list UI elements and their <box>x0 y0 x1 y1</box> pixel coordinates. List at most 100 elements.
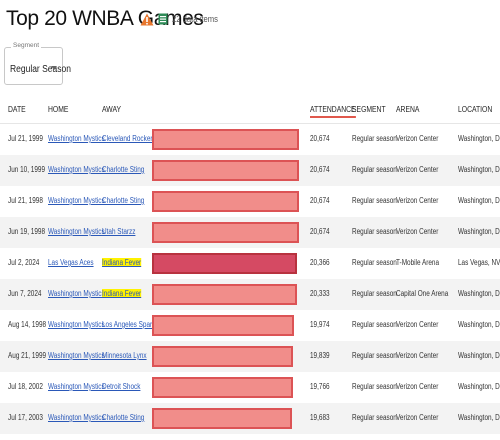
cell-segment: Regular season <box>352 165 397 174</box>
cell-date: Aug 14, 1998 <box>8 320 47 329</box>
column-header-arena[interactable]: ARENA <box>396 105 419 114</box>
cell-attendance: 20,674 <box>310 227 330 236</box>
table-body: Jul 21, 1999 Washington Mystics Cleveland … <box>0 124 500 434</box>
table-row: Jun 10, 1999 Washington Mystics Charlotte … <box>0 155 500 186</box>
cell-attendance: 20,366 <box>310 258 330 267</box>
games-table: DATE HOME AWAY ATTENDANCE SEGMENT ARENA … <box>0 96 500 434</box>
cell-segment: Regular season <box>352 320 397 329</box>
column-header-home[interactable]: HOME <box>48 105 68 114</box>
cell-away-link[interactable]: Charlotte Sting <box>102 165 144 174</box>
column-header-away[interactable]: AWAY <box>102 105 121 114</box>
cell-segment: Regular season <box>352 227 397 236</box>
cell-segment: Regular season <box>352 196 397 205</box>
attendance-bar <box>152 315 294 336</box>
attendance-bar <box>152 253 297 274</box>
cell-location: Washington, DC <box>458 196 500 205</box>
attendance-bar <box>152 191 299 212</box>
cell-arena: Verizon Center <box>396 320 439 329</box>
segment-label: Segment <box>11 42 42 49</box>
column-header-segment[interactable]: SEGMENT <box>352 105 386 114</box>
cell-home-link[interactable]: Washington Mystics <box>48 196 105 205</box>
cell-location: Las Vegas, NV <box>458 258 500 267</box>
table-row: Jul 18, 2002 Washington Mystics Detroit Sh… <box>0 372 500 403</box>
cell-date: Jul 2, 2024 <box>8 258 40 267</box>
cell-home-link[interactable]: Washington Mystics <box>48 413 105 422</box>
segment-select[interactable]: Segment Regular Season <box>4 42 71 85</box>
cell-away-link[interactable]: Charlotte Sting <box>102 413 144 422</box>
attendance-bar <box>152 346 293 367</box>
cell-location: Washington, DC <box>458 134 500 143</box>
cell-away-link[interactable]: Cleveland Rockers <box>102 134 156 143</box>
table-row: Jun 19, 1998 Washington Mystics Utah Starz… <box>0 217 500 248</box>
column-header-location[interactable]: LOCATION <box>458 105 492 114</box>
cell-arena: Verizon Center <box>396 351 439 360</box>
cell-location: Washington, DC <box>458 227 500 236</box>
cell-date: Jul 21, 1999 <box>8 134 43 143</box>
cell-location: Washington, DC <box>458 320 500 329</box>
cell-home-link[interactable]: Washington Mystics <box>48 227 105 236</box>
cell-home-link[interactable]: Washington Mystics <box>48 134 105 143</box>
cell-arena: Capital One Arena <box>396 289 449 298</box>
cell-arena: Verizon Center <box>396 134 439 143</box>
cell-away-link[interactable]: Utah Starzz <box>102 227 135 236</box>
cell-date: Jul 21, 1998 <box>8 196 43 205</box>
cell-attendance: 20,674 <box>310 196 330 205</box>
cell-attendance: 19,683 <box>310 413 330 422</box>
cell-away-link[interactable]: Indiana Fever <box>102 289 142 298</box>
cell-arena: T-Mobile Arena <box>396 258 440 267</box>
column-header-attendance[interactable]: ATTENDANCE <box>310 105 356 118</box>
attendance-bar <box>152 284 297 305</box>
cell-segment: Regular season <box>352 258 397 267</box>
cell-attendance: 20,674 <box>310 165 330 174</box>
cell-date: Aug 21, 1999 <box>8 351 47 360</box>
cell-arena: Verizon Center <box>396 196 439 205</box>
cell-home-link[interactable]: Las Vegas Aces <box>48 258 94 267</box>
cell-arena: Verizon Center <box>396 382 439 391</box>
cell-home-link[interactable]: Washington Mystics <box>48 382 105 391</box>
cell-location: Washington, DC <box>458 413 500 422</box>
table-row: Jul 21, 1999 Washington Mystics Cleveland … <box>0 124 500 155</box>
table-row: Jul 21, 1998 Washington Mystics Charlotte … <box>0 186 500 217</box>
data-item-count: 22 data items <box>172 14 218 24</box>
page-header: Top 20 WNBA Games 22 data items <box>6 4 226 34</box>
cell-location: Washington, DC <box>458 289 500 298</box>
segment-value: Regular Season <box>10 64 71 75</box>
cell-home-link[interactable]: Washington Mystics <box>48 289 105 298</box>
spreadsheet-icon[interactable] <box>158 13 168 25</box>
cell-date: Jun 7, 2024 <box>8 289 42 298</box>
cell-location: Washington, DC <box>458 382 500 391</box>
cell-attendance: 19,766 <box>310 382 330 391</box>
cell-attendance: 19,839 <box>310 351 330 360</box>
cell-away-link[interactable]: Charlotte Sting <box>102 196 144 205</box>
cell-location: Washington, DC <box>458 351 500 360</box>
cell-away-link[interactable]: Indiana Fever <box>102 258 142 267</box>
cell-segment: Regular season <box>352 382 397 391</box>
cell-away-link[interactable]: Los Angeles Sparks <box>102 320 159 329</box>
cell-attendance: 20,333 <box>310 289 330 298</box>
column-header-date[interactable]: DATE <box>8 105 26 114</box>
cell-location: Washington, DC <box>458 165 500 174</box>
cell-home-link[interactable]: Washington Mystics <box>48 351 105 360</box>
attendance-bar <box>152 160 299 181</box>
cell-away-link[interactable]: Minnesota Lynx <box>102 351 147 360</box>
cell-attendance: 20,674 <box>310 134 330 143</box>
attendance-bar <box>152 222 299 243</box>
cell-home-link[interactable]: Washington Mystics <box>48 165 105 174</box>
chevron-down-icon <box>51 66 57 70</box>
cell-attendance: 19,974 <box>310 320 330 329</box>
cell-segment: Regular season <box>352 134 397 143</box>
cell-home-link[interactable]: Washington Mystics <box>48 320 105 329</box>
cell-segment: Regular season <box>352 413 397 422</box>
table-row: Jun 7, 2024 Washington Mystics Indiana Fev… <box>0 279 500 310</box>
table-header: DATE HOME AWAY ATTENDANCE SEGMENT ARENA … <box>0 96 500 124</box>
cell-date: Jul 17, 2003 <box>8 413 43 422</box>
cell-away-link[interactable]: Detroit Shock <box>102 382 140 391</box>
cell-arena: Verizon Center <box>396 165 439 174</box>
table-row: Jul 2, 2024 Las Vegas Aces Indiana Fever 20… <box>0 248 500 279</box>
cell-arena: Verizon Center <box>396 413 439 422</box>
cell-date: Jul 18, 2002 <box>8 382 43 391</box>
attendance-bar <box>152 408 292 429</box>
warning-triangle-icon[interactable] <box>140 13 154 26</box>
cell-date: Jun 10, 1999 <box>8 165 46 174</box>
table-row: Aug 21, 1999 Washington Mystics Minnesota … <box>0 341 500 372</box>
